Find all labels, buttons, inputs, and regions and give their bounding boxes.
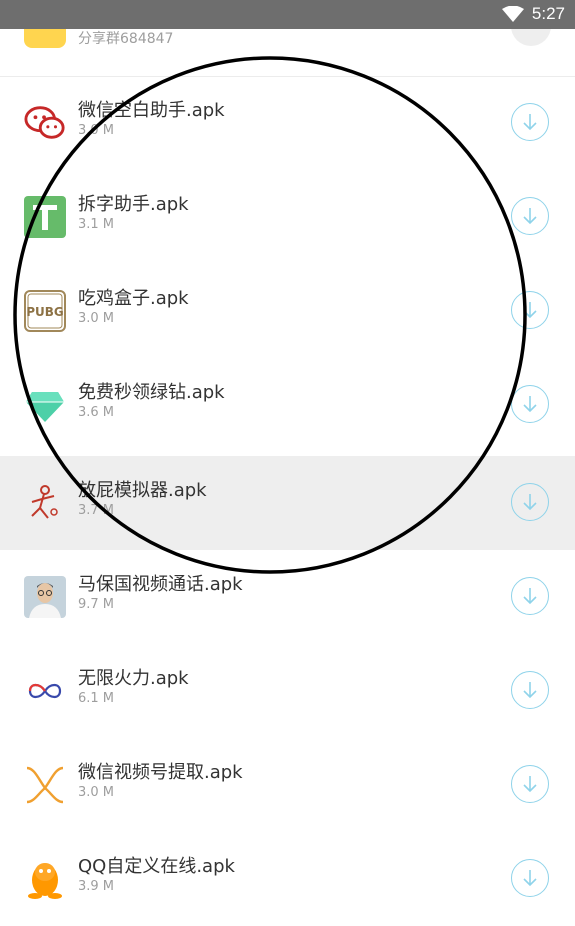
list-item[interactable]: 微信视频号提取.apk 3.0 M <box>0 738 575 832</box>
download-arrow-icon <box>523 114 537 131</box>
video-channel-icon <box>24 764 66 806</box>
svg-text:PUBG: PUBG <box>26 305 64 319</box>
list-item[interactable]: 微信空白助手.apk 3.0 M <box>0 76 575 170</box>
item-name: 马保国视频通话.apk <box>78 574 243 595</box>
download-arrow-icon <box>523 588 537 605</box>
split-char-icon <box>24 196 66 238</box>
list-item[interactable]: 拆字助手.apk 3.1 M <box>0 170 575 264</box>
list-item[interactable]: QQ自定义在线.apk 3.9 M <box>0 832 575 926</box>
wifi-icon <box>501 5 524 22</box>
download-button[interactable] <box>511 765 549 803</box>
download-button[interactable] <box>511 103 549 141</box>
list-item[interactable]: 免费秒领绿钻.apk 3.6 M <box>0 358 575 452</box>
item-name: 微信视频号提取.apk <box>78 762 243 783</box>
item-size: 3.1 M <box>78 217 115 232</box>
item-name: 吃鸡盒子.apk <box>78 288 189 309</box>
item-name: 微信空白助手.apk <box>78 100 225 121</box>
pubg-icon: PUBG <box>24 290 66 332</box>
download-button[interactable] <box>511 197 549 235</box>
download-arrow-icon <box>523 396 537 413</box>
download-button[interactable] <box>511 291 549 329</box>
list-item[interactable]: PUBG 吃鸡盒子.apk 3.0 M <box>0 264 575 358</box>
download-arrow-icon <box>523 870 537 887</box>
item-subtitle: 分享群684847 <box>78 31 174 47</box>
item-size: 3.0 M <box>78 311 115 326</box>
list-item[interactable]: 无限火力.apk 6.1 M <box>0 644 575 738</box>
download-button[interactable] <box>511 385 549 423</box>
runner-icon <box>24 482 66 524</box>
status-indicators: 5:27 <box>501 4 565 24</box>
download-arrow-icon <box>523 494 537 511</box>
portrait-icon <box>24 576 66 618</box>
download-button[interactable] <box>511 859 549 897</box>
qq-penguin-icon <box>24 858 66 900</box>
download-arrow-icon <box>523 302 537 319</box>
list-item[interactable]: 放屁模拟器.apk 3.7 M <box>0 456 575 550</box>
item-size: 3.0 M <box>78 123 115 138</box>
item-name: 放屁模拟器.apk <box>78 480 207 501</box>
item-name: 无限火力.apk <box>78 668 189 689</box>
status-bar: 5:27 <box>0 0 575 29</box>
item-name: 免费秒领绿钻.apk <box>78 382 225 403</box>
green-diamond-icon <box>24 384 66 426</box>
item-size: 9.7 M <box>78 597 115 612</box>
item-size: 3.7 M <box>78 503 115 518</box>
item-name: QQ自定义在线.apk <box>78 856 235 877</box>
item-size: 3.6 M <box>78 405 115 420</box>
status-time: 5:27 <box>531 4 565 23</box>
download-arrow-icon <box>523 682 537 699</box>
infinity-icon <box>24 670 66 712</box>
item-name: 拆字助手.apk <box>78 194 189 215</box>
download-arrow-icon <box>523 208 537 225</box>
wechat-icon <box>24 102 66 144</box>
item-size: 3.0 M <box>78 785 115 800</box>
item-size: 6.1 M <box>78 691 115 706</box>
download-arrow-icon <box>523 776 537 793</box>
download-button[interactable] <box>511 483 549 521</box>
download-button[interactable] <box>511 577 549 615</box>
item-size: 3.9 M <box>78 879 115 894</box>
download-button[interactable] <box>511 671 549 709</box>
app-list: 分享群684847 微信空白助手.apk 3.0 M 拆字助手.apk 3.1 … <box>0 0 575 920</box>
list-item[interactable]: 马保国视频通话.apk 9.7 M <box>0 550 575 644</box>
